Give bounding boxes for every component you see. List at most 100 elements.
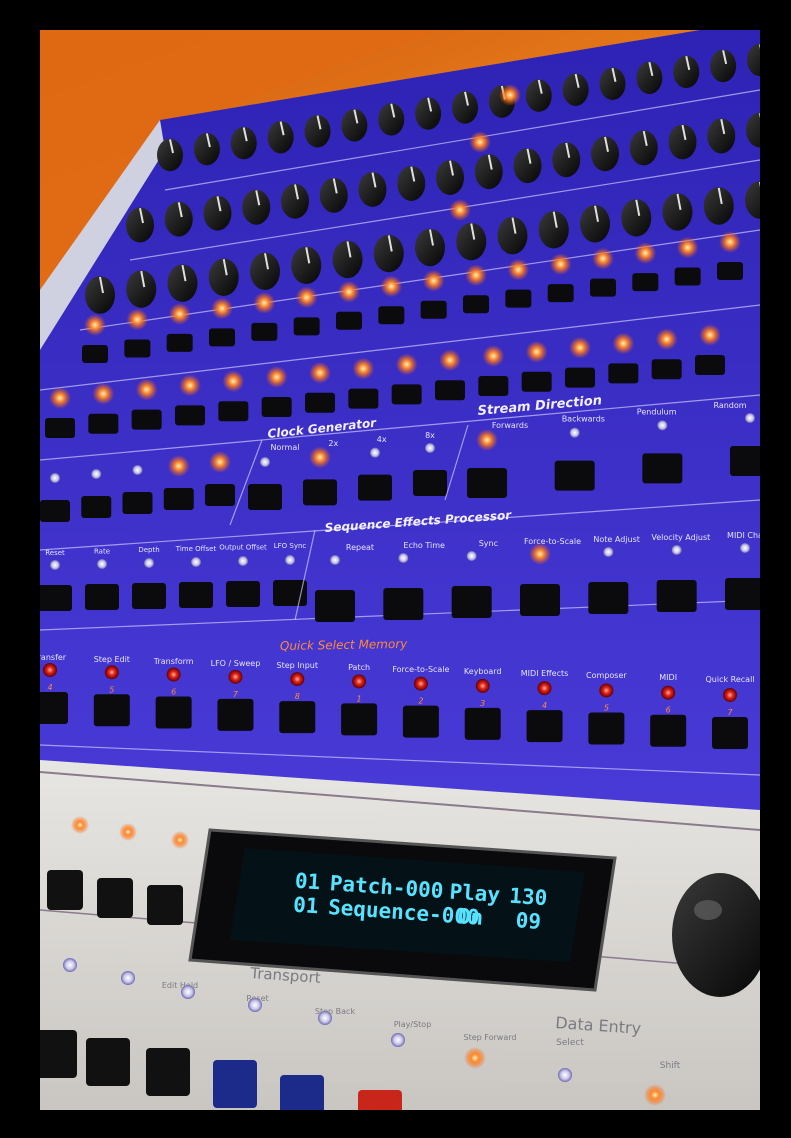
- silver-button[interactable]: [97, 878, 133, 918]
- transport-led: [121, 971, 135, 985]
- step-button[interactable]: [251, 322, 278, 341]
- step-button[interactable]: [435, 380, 465, 401]
- step-button[interactable]: [413, 470, 447, 496]
- led-on: [253, 291, 276, 314]
- transport-button[interactable]: [358, 1090, 402, 1110]
- step-button[interactable]: [175, 405, 205, 426]
- step-button[interactable]: [273, 580, 307, 606]
- step-button[interactable]: [520, 584, 560, 616]
- led-off: [603, 547, 614, 557]
- step-button[interactable]: [209, 328, 235, 347]
- quick-number: 7: [233, 690, 239, 699]
- quick-select-title: Quick Select Memory: [280, 637, 409, 653]
- step-button[interactable]: [82, 345, 108, 363]
- transport-button[interactable]: [40, 1030, 77, 1078]
- step-button[interactable]: [642, 453, 683, 484]
- step-button[interactable]: [305, 392, 335, 413]
- led-on: [265, 366, 288, 388]
- step-button[interactable]: [402, 705, 439, 738]
- step-button[interactable]: [358, 474, 392, 501]
- step-button[interactable]: [166, 333, 193, 352]
- step-button[interactable]: [163, 488, 194, 510]
- step-button[interactable]: [554, 460, 595, 491]
- step-button[interactable]: [85, 584, 119, 610]
- step-button[interactable]: [131, 409, 162, 430]
- led-on: [549, 253, 572, 276]
- step-button[interactable]: [132, 583, 166, 609]
- step-button[interactable]: [205, 484, 235, 506]
- step-button[interactable]: [608, 363, 639, 384]
- step-button[interactable]: [383, 588, 424, 620]
- step-button[interactable]: [391, 384, 422, 405]
- step-button[interactable]: [315, 590, 355, 622]
- step-button[interactable]: [632, 273, 659, 292]
- step-button[interactable]: [124, 339, 151, 358]
- led-off: [132, 465, 143, 475]
- transport-button[interactable]: [213, 1060, 257, 1108]
- step-button[interactable]: [467, 468, 507, 498]
- step-button[interactable]: [341, 703, 378, 736]
- step-button[interactable]: [505, 289, 532, 308]
- step-button[interactable]: [420, 300, 447, 319]
- silver-led-on: [119, 823, 137, 841]
- step-button[interactable]: [674, 267, 701, 286]
- step-button[interactable]: [712, 717, 748, 749]
- step-button[interactable]: [40, 585, 72, 611]
- step-button[interactable]: [590, 278, 616, 297]
- step-button[interactable]: [521, 371, 552, 392]
- step-button[interactable]: [261, 397, 292, 417]
- step-button[interactable]: [717, 262, 743, 280]
- step-button[interactable]: [122, 492, 153, 514]
- step-button[interactable]: [695, 355, 725, 375]
- step-button[interactable]: [547, 284, 574, 303]
- step-button[interactable]: [725, 578, 760, 610]
- step-button[interactable]: [451, 586, 492, 618]
- step-button[interactable]: [651, 359, 682, 380]
- led-on: [167, 455, 190, 477]
- step-button[interactable]: [88, 413, 119, 434]
- step-button[interactable]: [155, 696, 192, 729]
- knob-led-on: [449, 199, 471, 221]
- transport-button[interactable]: [280, 1075, 324, 1110]
- step-button[interactable]: [40, 692, 68, 724]
- step-button[interactable]: [348, 388, 379, 409]
- step-button[interactable]: [218, 401, 249, 422]
- lcd-line1-mode: Play: [449, 879, 501, 906]
- step-button[interactable]: [248, 484, 282, 510]
- quick-led: [537, 681, 552, 696]
- step-button[interactable]: [463, 295, 489, 314]
- step-button[interactable]: [588, 712, 625, 745]
- led-on: [592, 247, 614, 270]
- step-button[interactable]: [730, 446, 760, 476]
- quick-number: 1: [357, 694, 362, 703]
- step-button[interactable]: [565, 367, 595, 388]
- quick-led: [723, 688, 737, 702]
- step-button[interactable]: [93, 694, 130, 727]
- step-button[interactable]: [279, 701, 316, 734]
- led-off: [144, 558, 154, 568]
- step-button[interactable]: [226, 581, 260, 607]
- step-button[interactable]: [478, 376, 509, 396]
- step-button[interactable]: [336, 311, 362, 330]
- step-button[interactable]: [217, 698, 254, 731]
- silver-button[interactable]: [147, 885, 183, 925]
- step-button[interactable]: [526, 710, 563, 743]
- step-button[interactable]: [40, 500, 70, 522]
- step-button[interactable]: [179, 582, 213, 608]
- transport-button[interactable]: [146, 1048, 190, 1096]
- step-button[interactable]: [650, 714, 687, 747]
- step-button[interactable]: [81, 496, 112, 518]
- step-button[interactable]: [378, 306, 405, 325]
- transport-button[interactable]: [86, 1038, 130, 1086]
- step-button[interactable]: [588, 582, 629, 614]
- led-on: [612, 332, 635, 355]
- step-button[interactable]: [464, 707, 501, 740]
- step-button[interactable]: [293, 317, 320, 336]
- quick-number: 3: [480, 699, 485, 708]
- step-button[interactable]: [45, 418, 75, 438]
- led-off: [657, 420, 668, 431]
- step-button[interactable]: [656, 580, 697, 612]
- step-button[interactable]: [303, 479, 337, 506]
- led-off: [671, 545, 682, 555]
- silver-button[interactable]: [47, 870, 83, 910]
